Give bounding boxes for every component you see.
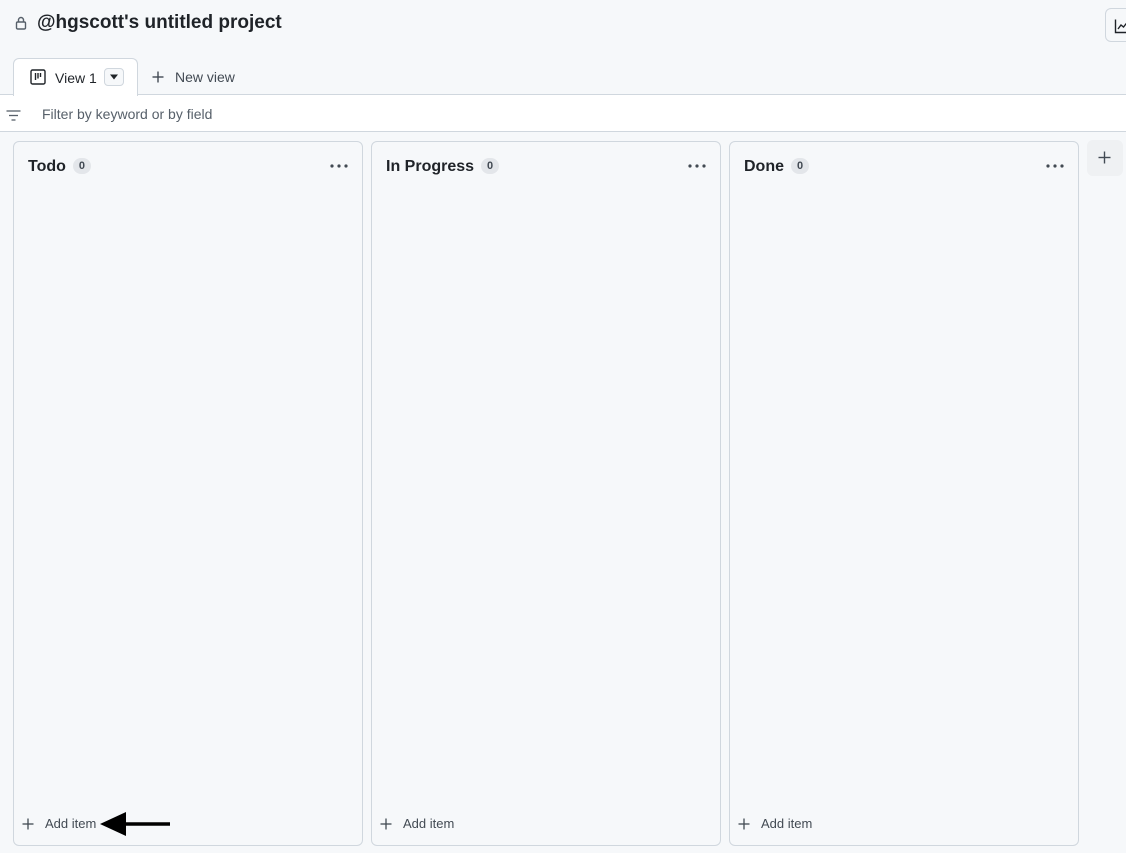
column-menu-button[interactable] (1044, 156, 1068, 176)
column-done: Done 0 Add item (729, 141, 1079, 846)
add-item-label: Add item (403, 816, 455, 831)
plus-icon (380, 817, 392, 835)
column-title-text: In Progress (386, 158, 475, 175)
column-count-badge: 0 (72, 158, 91, 174)
add-item-label: Add item (45, 816, 97, 831)
column-title: Done 0 (744, 157, 809, 177)
plus-icon (1098, 151, 1111, 164)
column-title: In Progress 0 (386, 157, 500, 177)
project-header: @hgscott's untitled project (0, 0, 1126, 58)
column-count-badge: 0 (481, 158, 500, 174)
project-title[interactable]: @hgscott's untitled project (37, 11, 282, 35)
add-item-button[interactable]: Add item (738, 815, 858, 833)
board-icon (30, 69, 46, 90)
filter-icon[interactable] (6, 108, 21, 126)
filter-bar (0, 94, 1126, 132)
insights-button[interactable] (1105, 8, 1126, 42)
kebab-horizontal-icon (330, 164, 348, 168)
column-count-badge: 0 (791, 158, 809, 174)
column-menu-button[interactable] (686, 156, 710, 176)
column-todo: Todo 0 Add item (13, 141, 363, 846)
plus-icon (22, 817, 34, 835)
add-item-button[interactable]: Add item (380, 815, 500, 833)
column-title-text: Todo (28, 158, 66, 175)
graph-icon (1114, 19, 1126, 34)
tab-label: View 1 (55, 70, 97, 86)
add-item-label: Add item (761, 816, 813, 831)
view-tabs: View 1 New view (0, 58, 1126, 96)
new-view-label: New view (175, 69, 235, 85)
lock-icon (13, 15, 29, 31)
add-column-button[interactable] (1087, 140, 1123, 176)
annotation-arrow-icon (100, 812, 170, 836)
plus-icon (738, 817, 750, 835)
kebab-horizontal-icon (1046, 164, 1064, 168)
column-menu-button[interactable] (328, 156, 352, 176)
plus-icon (152, 70, 164, 88)
column-title: Todo 0 (28, 157, 91, 177)
tab-view-1[interactable]: View 1 (13, 58, 138, 96)
column-in-progress: In Progress 0 Add item (371, 141, 721, 846)
triangle-down-icon (110, 74, 118, 80)
filter-input[interactable] (42, 104, 642, 124)
view-options-button[interactable] (104, 68, 124, 86)
column-title-text: Done (744, 158, 784, 175)
kebab-horizontal-icon (688, 164, 706, 168)
